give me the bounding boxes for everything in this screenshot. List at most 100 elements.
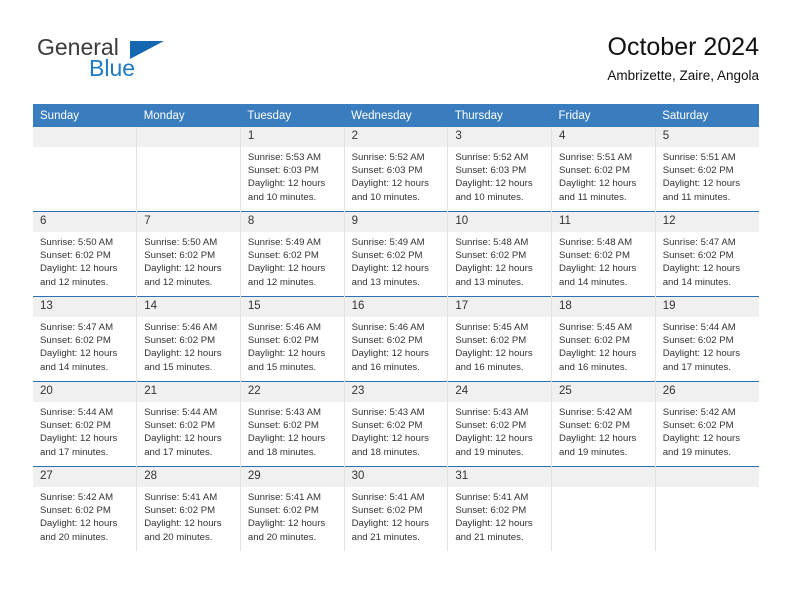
day-details: Sunrise: 5:45 AM Sunset: 6:02 PM Daylight:… — [448, 317, 551, 374]
day-detail-line: Sunset: 6:02 PM — [40, 335, 111, 347]
calendar-day-cell[interactable]: 6 Sunrise: 5:50 AM Sunset: 6:02 PM Daylight… — [33, 211, 137, 297]
calendar-day-cell[interactable]: 23 Sunrise: 5:43 AM Sunset: 6:02 PM Dayligh… — [343, 381, 448, 467]
calendar-day-cell[interactable]: 13 Sunrise: 5:47 AM Sunset: 6:02 PM Dayligh… — [33, 296, 137, 382]
day-detail-line: Sunrise: 5:47 AM — [40, 322, 114, 333]
day-number: 1 — [240, 127, 344, 147]
calendar-day-cell[interactable]: 18 Sunrise: 5:45 AM Sunset: 6:02 PM Dayligh… — [551, 296, 656, 382]
day-detail-line: Sunrise: 5:49 AM — [351, 237, 425, 248]
day-details: Sunrise: 5:45 AM Sunset: 6:02 PM Daylight:… — [552, 317, 655, 374]
day-detail-line: Sunrise: 5:45 AM — [559, 322, 633, 333]
calendar-day-cell[interactable]: 9 Sunrise: 5:49 AM Sunset: 6:02 PM Daylight… — [343, 211, 448, 297]
calendar-day-cell[interactable]: 16 Sunrise: 5:46 AM Sunset: 6:02 PM Dayligh… — [343, 296, 448, 382]
calendar-day-cell[interactable]: 27 Sunrise: 5:42 AM Sunset: 6:02 PM Dayligh… — [33, 466, 137, 551]
calendar-day-cell[interactable]: 20 Sunrise: 5:44 AM Sunset: 6:02 PM Dayligh… — [33, 381, 137, 467]
day-detail-line: Sunset: 6:02 PM — [247, 250, 319, 262]
calendar-day-cell[interactable]: 25 Sunrise: 5:42 AM Sunset: 6:02 PM Dayligh… — [551, 381, 656, 467]
day-detail-line: Sunset: 6:02 PM — [455, 335, 527, 347]
day-detail-line: Sunset: 6:02 PM — [144, 505, 216, 517]
calendar-day-cell[interactable]: 7 Sunrise: 5:50 AM Sunset: 6:02 PM Daylight… — [136, 211, 241, 297]
day-detail-line: Daylight: 12 hours — [455, 178, 533, 190]
day-detail-line: Sunrise: 5:44 AM — [662, 322, 736, 333]
day-details: Sunrise: 5:51 AM Sunset: 6:02 PM Daylight:… — [656, 147, 759, 204]
day-detail-line: Sunrise: 5:43 AM — [351, 407, 425, 418]
weekday-header-saturday: Saturday — [655, 104, 759, 127]
day-number: 23 — [344, 382, 448, 402]
calendar-day-cell[interactable]: 10 Sunrise: 5:48 AM Sunset: 6:02 PM Dayligh… — [447, 211, 552, 297]
day-detail-line: Sunset: 6:02 PM — [662, 335, 734, 347]
day-detail-line: and 10 minutes. — [351, 191, 420, 203]
calendar-day-cell[interactable]: 19 Sunrise: 5:44 AM Sunset: 6:02 PM Dayligh… — [654, 296, 759, 382]
day-detail-line: Daylight: 12 hours — [144, 348, 222, 360]
calendar-day-cell[interactable]: 21 Sunrise: 5:44 AM Sunset: 6:02 PM Dayligh… — [136, 381, 241, 467]
calendar-day-cell[interactable]: 12 Sunrise: 5:47 AM Sunset: 6:02 PM Dayligh… — [654, 211, 759, 297]
day-detail-line: and 11 minutes. — [559, 191, 627, 203]
day-detail-line: and 17 minutes. — [144, 446, 213, 458]
day-detail-line: and 20 minutes. — [247, 531, 317, 543]
day-detail-line: Daylight: 12 hours — [662, 263, 741, 275]
calendar-day-cell[interactable]: 30 Sunrise: 5:41 AM Sunset: 6:02 PM Dayligh… — [343, 466, 448, 551]
day-detail-line: Sunset: 6:03 PM — [455, 165, 527, 177]
day-detail-line: Sunset: 6:02 PM — [40, 420, 111, 432]
day-detail-line: Sunset: 6:02 PM — [351, 505, 423, 517]
day-detail-line: Sunrise: 5:42 AM — [559, 407, 633, 418]
day-number: 20 — [33, 382, 137, 402]
day-detail-line: Sunrise: 5:50 AM — [40, 237, 114, 248]
day-details: Sunrise: 5:43 AM Sunset: 6:02 PM Daylight:… — [241, 402, 344, 459]
day-detail-line: Sunset: 6:02 PM — [351, 335, 423, 347]
calendar-day-cell[interactable]: 4 Sunrise: 5:51 AM Sunset: 6:02 PM Daylight… — [551, 127, 656, 212]
calendar-day-cell[interactable]: 28 Sunrise: 5:41 AM Sunset: 6:02 PM Dayligh… — [136, 466, 241, 551]
day-number: 15 — [240, 297, 344, 317]
calendar-day-cell[interactable]: 5 Sunrise: 5:51 AM Sunset: 6:02 PM Daylight… — [654, 127, 759, 212]
day-detail-line: Sunrise: 5:44 AM — [40, 407, 114, 418]
day-detail-line: and 20 minutes. — [40, 531, 109, 543]
calendar-day-cell[interactable]: 17 Sunrise: 5:45 AM Sunset: 6:02 PM Dayligh… — [447, 296, 552, 382]
weekday-header-sunday: Sunday — [33, 104, 137, 127]
day-detail-line: and 13 minutes. — [351, 276, 420, 288]
calendar-day-cell[interactable]: 11 Sunrise: 5:48 AM Sunset: 6:02 PM Dayligh… — [551, 211, 656, 297]
day-detail-line: Daylight: 12 hours — [247, 433, 326, 445]
day-detail-line: Daylight: 12 hours — [40, 348, 118, 360]
calendar-day-cell[interactable]: 8 Sunrise: 5:49 AM Sunset: 6:02 PM Daylight… — [239, 211, 345, 297]
calendar-day-cell[interactable]: 24 Sunrise: 5:43 AM Sunset: 6:02 PM Dayligh… — [447, 381, 552, 467]
day-number: 13 — [33, 297, 137, 317]
day-detail-line: and 18 minutes. — [351, 446, 420, 458]
day-detail-line: Daylight: 12 hours — [144, 263, 222, 275]
day-number: 16 — [344, 297, 448, 317]
day-details: Sunrise: 5:44 AM Sunset: 6:02 PM Daylight:… — [33, 402, 136, 459]
day-detail-line: Sunrise: 5:50 AM — [144, 237, 218, 248]
calendar-day-cell[interactable]: 31 Sunrise: 5:41 AM Sunset: 6:02 PM Dayligh… — [447, 466, 552, 551]
day-detail-line: Sunset: 6:03 PM — [247, 165, 319, 177]
day-number: 18 — [552, 297, 655, 317]
calendar-day-cell[interactable]: 1 Sunrise: 5:53 AM Sunset: 6:03 PM Daylight… — [239, 127, 345, 212]
weekday-header-friday: Friday — [551, 104, 656, 127]
logo-text-blue: Blue — [89, 55, 136, 81]
day-number: 2 — [344, 127, 448, 147]
calendar-day-cell[interactable]: 26 Sunrise: 5:42 AM Sunset: 6:02 PM Dayligh… — [654, 381, 759, 467]
day-number: 12 — [655, 212, 759, 232]
calendar-week-row: 27 Sunrise: 5:42 AM Sunset: 6:02 PM Dayligh… — [33, 466, 759, 551]
day-detail-line: and 19 minutes. — [455, 446, 524, 458]
day-number: 27 — [33, 467, 137, 487]
day-number — [137, 127, 240, 147]
calendar-day-cell[interactable]: 14 Sunrise: 5:46 AM Sunset: 6:02 PM Dayligh… — [136, 296, 241, 382]
day-number: 14 — [137, 297, 240, 317]
calendar-week-row: 13 Sunrise: 5:47 AM Sunset: 6:02 PM Dayligh… — [33, 296, 759, 382]
calendar-day-cell[interactable]: 3 Sunrise: 5:52 AM Sunset: 6:03 PM Daylight… — [447, 127, 552, 212]
day-detail-line: and 11 minutes. — [662, 191, 731, 203]
calendar-day-cell[interactable]: 2 Sunrise: 5:52 AM Sunset: 6:03 PM Daylight… — [343, 127, 448, 212]
weekday-header-thursday: Thursday — [447, 104, 552, 127]
day-detail-line: and 16 minutes. — [559, 361, 628, 373]
day-detail-line: and 12 minutes. — [40, 276, 109, 288]
day-detail-line: Daylight: 12 hours — [40, 518, 118, 530]
calendar-day-cell[interactable]: 29 Sunrise: 5:41 AM Sunset: 6:02 PM Dayligh… — [239, 466, 345, 551]
day-detail-line: and 12 minutes. — [247, 276, 317, 288]
day-detail-line: Sunrise: 5:52 AM — [351, 152, 425, 163]
day-detail-line: and 13 minutes. — [455, 276, 524, 288]
day-detail-line: Daylight: 12 hours — [351, 518, 429, 530]
calendar-day-cell[interactable]: 15 Sunrise: 5:46 AM Sunset: 6:02 PM Dayligh… — [239, 296, 345, 382]
day-detail-line: Daylight: 12 hours — [351, 263, 429, 275]
day-number: 26 — [655, 382, 759, 402]
calendar-day-cell[interactable]: 22 Sunrise: 5:43 AM Sunset: 6:02 PM Dayligh… — [239, 381, 345, 467]
general-blue-logo[interactable]: General Blue — [33, 32, 253, 90]
day-detail-line: Sunrise: 5:51 AM — [662, 152, 736, 163]
